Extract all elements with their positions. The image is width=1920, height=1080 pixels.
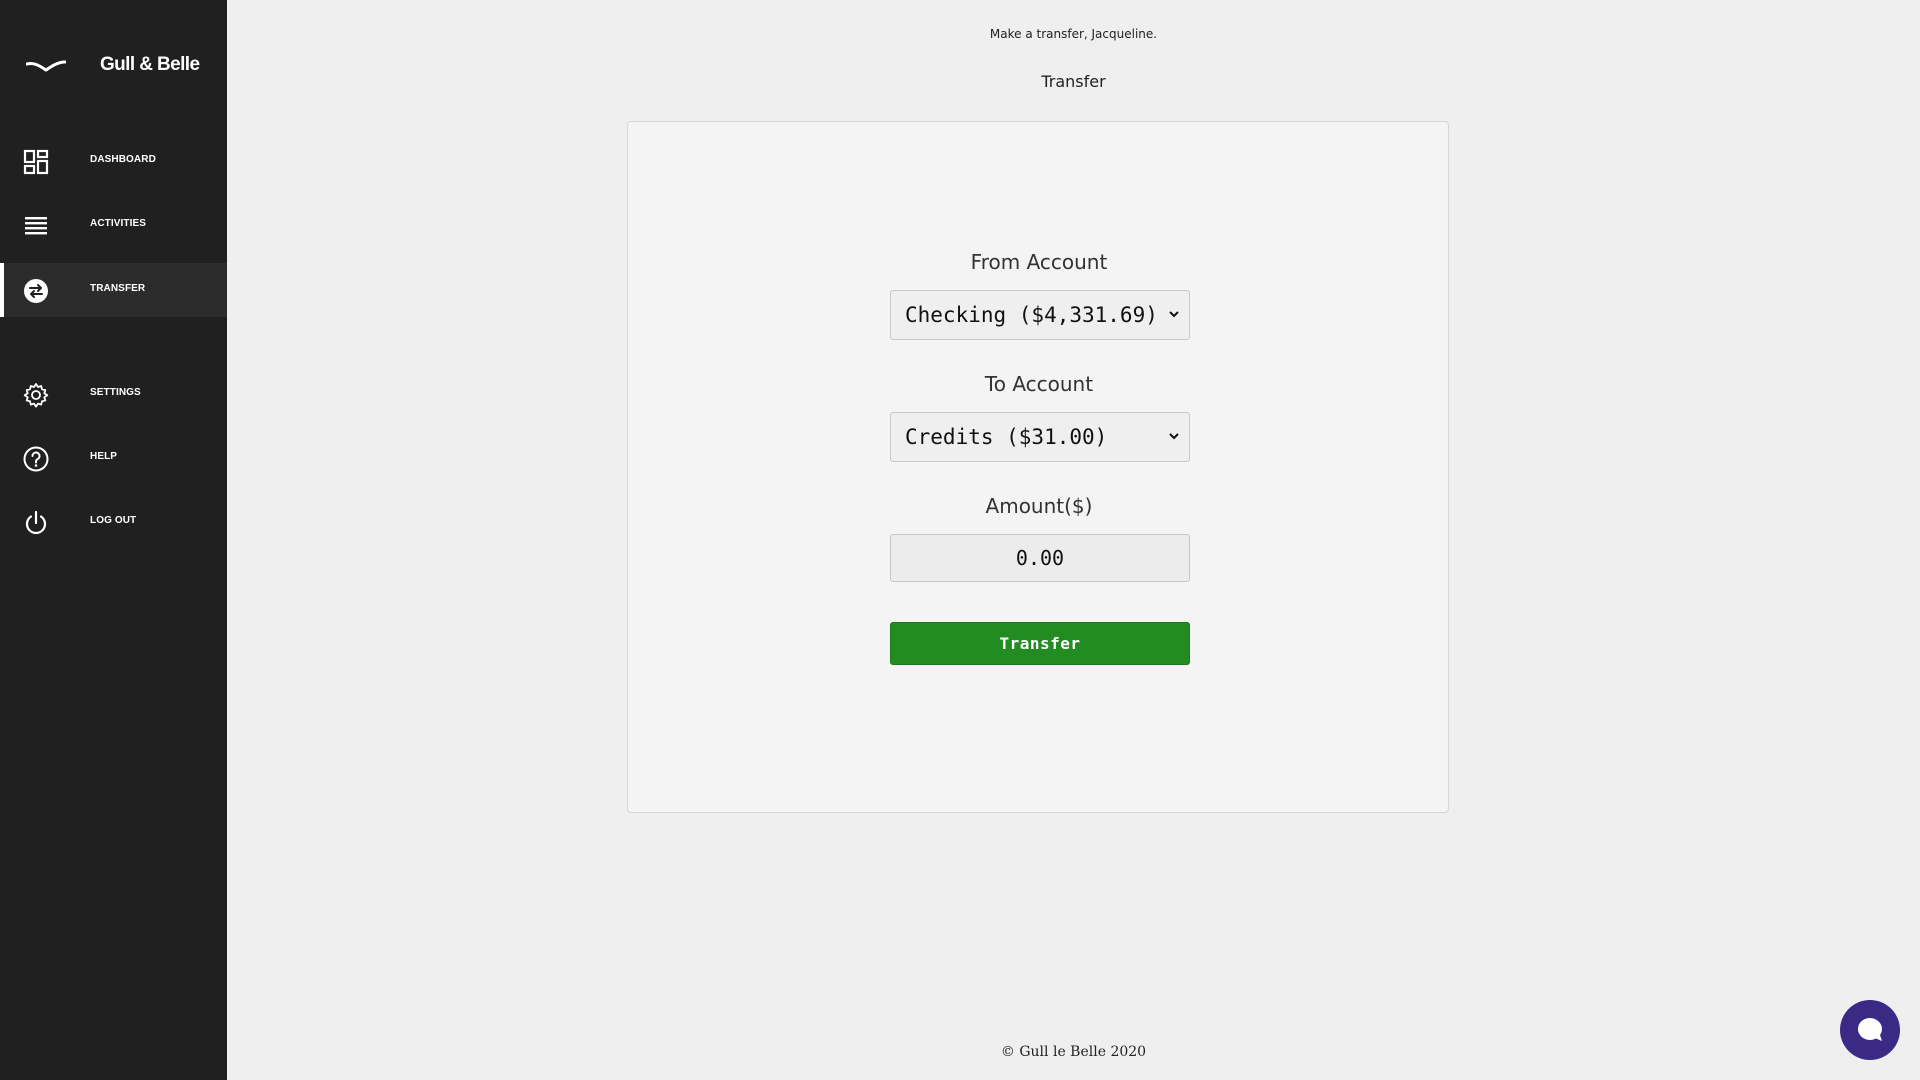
sidebar-item-label: TRANSFER [90,283,146,294]
sidebar-item-label: LOG OUT [90,515,137,526]
brand-name: Gull & Belle [100,54,200,75]
sidebar-item-help[interactable]: HELP [0,431,227,485]
brand[interactable]: Gull & Belle [0,0,227,135]
sidebar-item-label: HELP [90,451,118,462]
sidebar-item-activities[interactable]: ACTIVITIES [0,198,227,252]
amount-label: Amount($) [985,494,1093,518]
sidebar-item-transfer[interactable]: TRANSFER [0,263,227,317]
footer-copyright: © Gull le Belle 2020 [1000,1044,1147,1060]
chat-icon [1857,1017,1882,1041]
transfer-form-card: From Account Checking ($4,331.69) To Acc… [627,121,1449,813]
sidebar-item-label: DASHBOARD [90,154,156,165]
chevron-down-icon [1169,311,1179,318]
to-account-select[interactable]: Credits ($31.00) [890,412,1190,462]
list-icon [22,212,50,240]
power-icon [22,509,50,537]
sidebar-item-label: SETTINGS [90,387,141,398]
to-account-value: Credits ($31.00) [905,425,1108,449]
to-account-label: To Account [984,372,1094,396]
help-icon [22,445,50,473]
from-account-label: From Account [970,250,1108,274]
transfer-icon [22,277,50,305]
from-account-select[interactable]: Checking ($4,331.69) [890,290,1190,340]
page-title: Transfer [1041,72,1106,91]
dashboard-icon [22,148,50,176]
sidebar-item-settings[interactable]: SETTINGS [0,367,227,421]
sidebar-item-logout[interactable]: LOG OUT [0,495,227,549]
gear-icon [22,381,50,409]
chevron-down-icon [1169,433,1179,440]
sidebar-item-dashboard[interactable]: DASHBOARD [0,134,227,188]
sidebar-item-label: ACTIVITIES [90,218,147,229]
chat-launcher-button[interactable] [1840,1000,1900,1060]
from-account-value: Checking ($4,331.69) [905,303,1158,327]
gull-logo-icon [26,60,66,72]
transfer-button[interactable]: Transfer [890,622,1190,665]
sidebar: Gull & Belle DASHBOARD ACTIVITIES TRANSF… [0,0,227,1080]
greeting-text: Make a transfer, Jacqueline. [989,27,1158,41]
amount-input[interactable] [890,534,1190,582]
